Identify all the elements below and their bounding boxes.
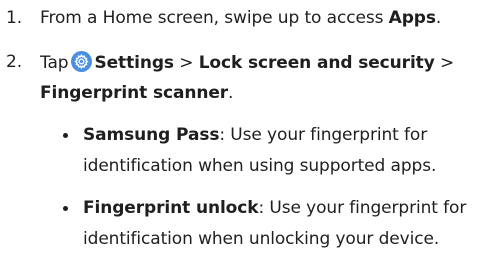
step-2-number: 2. <box>6 52 23 72</box>
step-2-line-1: Tap Settings > Lock screen and security > <box>40 51 454 74</box>
step-2-sep-2: > <box>434 53 455 73</box>
step-1-intro: From a Home screen, swipe up to access <box>40 8 389 28</box>
bullet-2-line-1: Fingerprint unlock: Use your fingerprint… <box>83 197 466 219</box>
bullet-2-line-2: identification when unlocking your devic… <box>83 229 440 249</box>
fingerprint-unlock-term: Fingerprint unlock <box>83 198 259 218</box>
apps-label: Apps <box>388 8 436 28</box>
step-2-sep-1: > <box>173 53 199 73</box>
bullet-1-desc: : Use your fingerprint for <box>219 125 428 145</box>
bullet-dot <box>63 206 68 211</box>
settings-label: Settings <box>94 53 174 73</box>
settings-gear-icon <box>71 51 93 72</box>
bullet-1-line-1: Samsung Pass: Use your fingerprint for <box>83 124 427 146</box>
step-1-end: . <box>435 8 442 28</box>
bullet-1-line-2: identification when using supported apps… <box>83 156 437 176</box>
bullet-dot <box>63 133 68 138</box>
step-1-text: From a Home screen, swipe up to access A… <box>40 7 441 29</box>
step-2-line-2: Fingerprint scanner. <box>40 82 233 104</box>
step-2-end: . <box>228 83 234 103</box>
lock-screen-security-label: Lock screen and security <box>198 53 435 73</box>
samsung-pass-term: Samsung Pass <box>83 125 220 145</box>
fingerprint-scanner-label: Fingerprint scanner <box>40 83 229 103</box>
step-1-number: 1. <box>6 8 23 28</box>
bullet-2-desc: : Use your fingerprint for <box>258 198 467 218</box>
step-2-tap: Tap <box>40 53 69 73</box>
